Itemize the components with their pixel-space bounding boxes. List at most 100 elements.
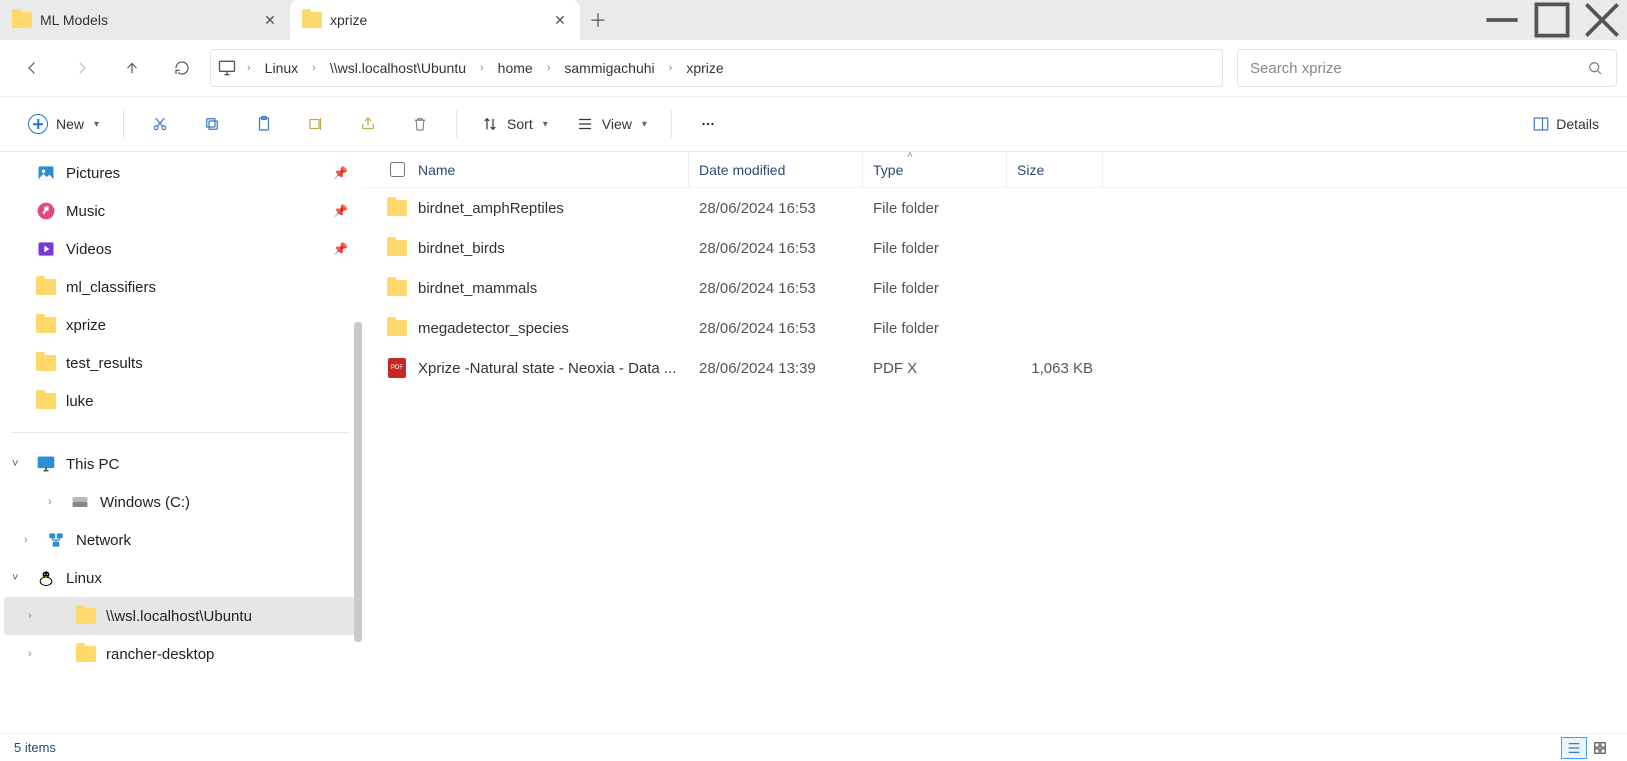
viewmode-details-button[interactable] [1561, 737, 1587, 759]
cut-button[interactable] [138, 104, 182, 144]
sidebar-item-mlclassifiers[interactable]: ml_classifiers [0, 268, 362, 306]
breadcrumb-linux[interactable]: Linux [261, 56, 302, 80]
viewmode-icons-button[interactable] [1587, 737, 1613, 759]
sort-button[interactable]: Sort ▾ [471, 104, 558, 144]
sidebar-item-label: This PC [66, 456, 119, 473]
file-date: 28/06/2024 16:53 [689, 200, 863, 217]
copy-button[interactable] [190, 104, 234, 144]
file-name: birdnet_mammals [414, 280, 689, 297]
column-headers: ˄ Name Date modified Type Size [362, 152, 1627, 188]
file-date: 28/06/2024 16:53 [689, 240, 863, 257]
breadcrumb-user[interactable]: sammigachuhi [560, 56, 658, 80]
sidebar-item-label: xprize [66, 317, 106, 334]
table-row[interactable]: birdnet_birds28/06/2024 16:53File folder [362, 228, 1627, 268]
sidebar-thispc[interactable]: ˅ This PC [0, 445, 362, 483]
search-box[interactable] [1237, 49, 1617, 87]
breadcrumb-home[interactable]: home [494, 56, 537, 80]
details-pane-button[interactable]: Details [1522, 104, 1609, 144]
folder-icon [387, 320, 407, 336]
column-type[interactable]: Type [863, 152, 1007, 187]
forward-button[interactable] [60, 48, 104, 88]
up-button[interactable] [110, 48, 154, 88]
share-button[interactable] [346, 104, 390, 144]
view-button[interactable]: View ▾ [566, 104, 657, 144]
delete-button[interactable] [398, 104, 442, 144]
sidebar-item-testresults[interactable]: test_results [0, 344, 362, 382]
chevron-right-icon[interactable]: › [28, 610, 40, 622]
folder-icon [36, 355, 56, 371]
more-button[interactable] [686, 104, 730, 144]
column-name[interactable]: Name [414, 152, 689, 187]
chevron-down-icon: ▾ [94, 119, 99, 130]
sidebar-item-label: Linux [66, 570, 102, 587]
tab-title: ML Models [40, 12, 254, 28]
file-type: File folder [863, 320, 1007, 337]
content: ˄ Name Date modified Type Size birdnet_a… [362, 152, 1627, 733]
chevron-right-icon[interactable]: › [241, 62, 257, 74]
file-date: 28/06/2024 16:53 [689, 320, 863, 337]
sidebar-item-xprize[interactable]: xprize [0, 306, 362, 344]
close-button[interactable] [1577, 0, 1627, 40]
minimize-button[interactable] [1477, 0, 1527, 40]
sidebar-item-videos[interactable]: Videos 📌 [0, 230, 362, 268]
sidebar-item-wsl-ubuntu[interactable]: › \\wsl.localhost\Ubuntu [4, 597, 358, 635]
tab-title: xprize [330, 12, 544, 28]
breadcrumb-xprize[interactable]: xprize [682, 56, 727, 80]
monitor-icon [217, 58, 237, 78]
chevron-down-icon[interactable]: ˅ [12, 458, 26, 470]
chevron-down-icon[interactable]: ˅ [12, 572, 26, 584]
sidebar-item-pictures[interactable]: Pictures 📌 [0, 154, 362, 192]
body-split: Pictures 📌 Music 📌 Videos 📌 ml_classifie… [0, 152, 1627, 733]
new-tab-button[interactable]: ＋ [580, 7, 616, 33]
column-date[interactable]: Date modified [689, 152, 863, 187]
table-row[interactable]: PDFXprize -Natural state - Neoxia - Data… [362, 348, 1627, 388]
separator [456, 110, 457, 138]
chevron-right-icon[interactable]: › [541, 62, 557, 74]
refresh-button[interactable] [160, 48, 204, 88]
tab-xprize[interactable]: xprize ✕ [290, 0, 580, 40]
sidebar-item-windows-c[interactable]: › Windows (C:) [0, 483, 362, 521]
sidebar-item-music[interactable]: Music 📌 [0, 192, 362, 230]
table-row[interactable]: birdnet_amphReptiles28/06/2024 16:53File… [362, 188, 1627, 228]
chevron-right-icon[interactable]: › [306, 62, 322, 74]
tab-mlmodels[interactable]: ML Models ✕ [0, 0, 290, 40]
file-date: 28/06/2024 16:53 [689, 280, 863, 297]
chevron-right-icon[interactable]: › [48, 496, 60, 508]
search-input[interactable] [1250, 60, 1586, 77]
chevron-right-icon[interactable]: › [474, 62, 490, 74]
address-bar[interactable]: › Linux › \\wsl.localhost\Ubuntu › home … [210, 49, 1223, 87]
sidebar-linux[interactable]: ˅ Linux [0, 559, 362, 597]
sidebar-item-label: test_results [66, 355, 143, 372]
close-icon[interactable]: ✕ [262, 12, 278, 29]
rename-button[interactable] [294, 104, 338, 144]
file-type: File folder [863, 200, 1007, 217]
sidebar-network[interactable]: › Network [0, 521, 362, 559]
window-controls [1477, 0, 1627, 40]
table-row[interactable]: birdnet_mammals28/06/2024 16:53File fold… [362, 268, 1627, 308]
chevron-right-icon[interactable]: › [24, 534, 36, 546]
column-size[interactable]: Size [1007, 152, 1103, 187]
back-button[interactable] [10, 48, 54, 88]
file-list: birdnet_amphReptiles28/06/2024 16:53File… [362, 188, 1627, 733]
separator [671, 110, 672, 138]
chevron-right-icon[interactable]: › [28, 648, 40, 660]
breadcrumb-wsl[interactable]: \\wsl.localhost\Ubuntu [326, 56, 470, 80]
chevron-down-icon: ▾ [642, 119, 647, 130]
paste-button[interactable] [242, 104, 286, 144]
sidebar-item-label: Windows (C:) [100, 494, 190, 511]
chevron-right-icon[interactable]: › [663, 62, 679, 74]
scrollbar-thumb[interactable] [354, 322, 362, 642]
details-label: Details [1556, 116, 1599, 132]
folder-icon [76, 608, 96, 624]
select-all-checkbox[interactable] [362, 162, 414, 177]
file-name: megadetector_species [414, 320, 689, 337]
folder-icon [387, 200, 407, 216]
new-button[interactable]: New ▾ [18, 104, 109, 144]
file-type: File folder [863, 240, 1007, 257]
plus-icon [28, 114, 48, 134]
maximize-button[interactable] [1527, 0, 1577, 40]
close-icon[interactable]: ✕ [552, 12, 568, 29]
table-row[interactable]: megadetector_species28/06/2024 16:53File… [362, 308, 1627, 348]
sidebar-item-rancher[interactable]: › rancher-desktop [0, 635, 362, 673]
sidebar-item-luke[interactable]: luke [0, 382, 362, 420]
